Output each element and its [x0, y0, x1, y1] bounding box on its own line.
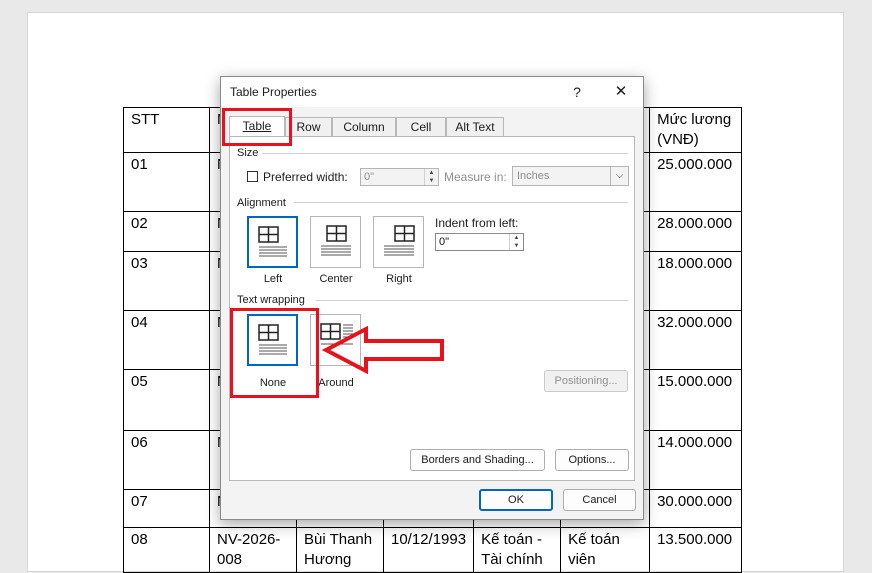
tab-column-label: Column — [343, 120, 385, 134]
measure-in-value: Inches — [517, 170, 550, 182]
borders-and-shading-button[interactable]: Borders and Shading... — [410, 449, 545, 471]
table-cell[interactable]: 13.500.000 — [649, 527, 743, 573]
indent-from-left-label: Indent from left: — [435, 216, 519, 230]
table-tab-highlight — [222, 108, 292, 146]
table-cell[interactable]: 05 — [123, 369, 210, 431]
table-cell[interactable]: 07 — [123, 489, 210, 528]
help-button[interactable]: ? — [566, 81, 588, 103]
tab-alt-text-label: Alt Text — [455, 120, 495, 134]
preferred-width-spinner[interactable]: ▲ ▼ — [424, 169, 438, 185]
alignment-group-label: Alignment — [237, 197, 290, 209]
table-cell[interactable]: 28.000.000 — [649, 211, 743, 252]
indent-from-left-input[interactable]: 0" ▲ ▼ — [435, 233, 524, 251]
indent-from-left-value: 0" — [439, 236, 450, 248]
tab-cell[interactable]: Cell — [396, 117, 446, 136]
spin-up-icon[interactable]: ▲ — [510, 234, 523, 242]
align-left-button[interactable] — [247, 216, 298, 268]
tab-alt-text[interactable]: Alt Text — [446, 117, 504, 136]
table-cell[interactable]: STT — [123, 107, 210, 153]
align-left-icon — [258, 226, 287, 257]
dialog-title-bar[interactable]: Table Properties ? ✕ — [221, 77, 643, 107]
table-cell[interactable]: 02 — [123, 211, 210, 252]
align-right-caption: Right — [386, 273, 412, 285]
align-center-caption: Center — [319, 273, 353, 285]
alignment-group-divider — [294, 202, 628, 203]
spin-down-icon[interactable]: ▼ — [510, 242, 523, 250]
align-right-button[interactable] — [373, 216, 424, 268]
table-cell[interactable]: 32.000.000 — [649, 310, 743, 370]
table-cell[interactable]: 01 — [123, 152, 210, 212]
indent-spinner[interactable]: ▲ ▼ — [509, 234, 523, 250]
table-cell[interactable]: 04 — [123, 310, 210, 370]
preferred-width-checkbox[interactable] — [247, 171, 258, 182]
measure-in-label: Measure in: — [444, 170, 507, 184]
preferred-width-value: 0" — [364, 171, 375, 183]
table-cell[interactable]: Mức lương (VNĐ) — [649, 107, 743, 153]
table-cell[interactable]: Bùi Thanh Hương — [296, 527, 384, 573]
cancel-button[interactable]: Cancel — [563, 489, 636, 511]
table-cell[interactable]: 03 — [123, 251, 210, 311]
spin-down-icon[interactable]: ▼ — [425, 177, 438, 185]
table-cell[interactable]: 15.000.000 — [649, 369, 743, 431]
tab-column[interactable]: Column — [332, 117, 396, 136]
positioning-button[interactable]: Positioning... — [544, 370, 628, 392]
text-wrapping-group-label: Text wrapping — [237, 294, 309, 306]
size-group-label: Size — [237, 147, 263, 159]
spin-up-icon[interactable]: ▲ — [425, 169, 438, 177]
align-right-icon — [384, 225, 415, 256]
table-row: 08 NV-2026-008 Bùi Thanh Hương 10/12/199… — [123, 527, 743, 573]
tab-row[interactable]: Row — [285, 117, 332, 136]
table-cell[interactable]: 08 — [123, 527, 210, 573]
table-cell[interactable]: Kế toán - Tài chính — [473, 527, 562, 573]
text-wrapping-group-divider — [316, 300, 628, 301]
tab-row-label: Row — [296, 120, 321, 134]
table-cell[interactable]: 25.000.000 — [649, 152, 743, 212]
size-group-divider — [260, 153, 628, 154]
ok-button[interactable]: OK — [479, 489, 553, 511]
align-left-caption: Left — [263, 273, 283, 285]
table-cell[interactable]: 06 — [123, 430, 210, 490]
chevron-down-icon[interactable]: ⌵ — [610, 167, 628, 185]
options-button[interactable]: Options... — [555, 449, 629, 471]
table-cell[interactable]: 30.000.000 — [649, 489, 743, 528]
close-button[interactable]: ✕ — [608, 81, 634, 103]
table-cell[interactable]: 10/12/1993 — [382, 527, 475, 573]
align-center-button[interactable] — [310, 216, 361, 268]
table-cell[interactable]: NV-2026-008 — [209, 527, 297, 573]
table-cell[interactable]: 14.000.000 — [649, 430, 743, 490]
wrap-none-highlight — [230, 308, 319, 398]
preferred-width-label: Preferred width: — [263, 170, 348, 184]
align-center-icon — [321, 225, 351, 256]
preferred-width-input[interactable]: 0" ▲ ▼ — [360, 168, 439, 186]
dialog-title: Table Properties — [230, 85, 317, 99]
pointer-arrow-icon — [321, 325, 444, 375]
tab-cell-label: Cell — [410, 120, 432, 134]
table-cell[interactable]: 18.000.000 — [649, 251, 743, 311]
table-cell[interactable]: Kế toán viên — [560, 527, 651, 573]
measure-in-select[interactable]: Inches ⌵ — [512, 166, 629, 186]
